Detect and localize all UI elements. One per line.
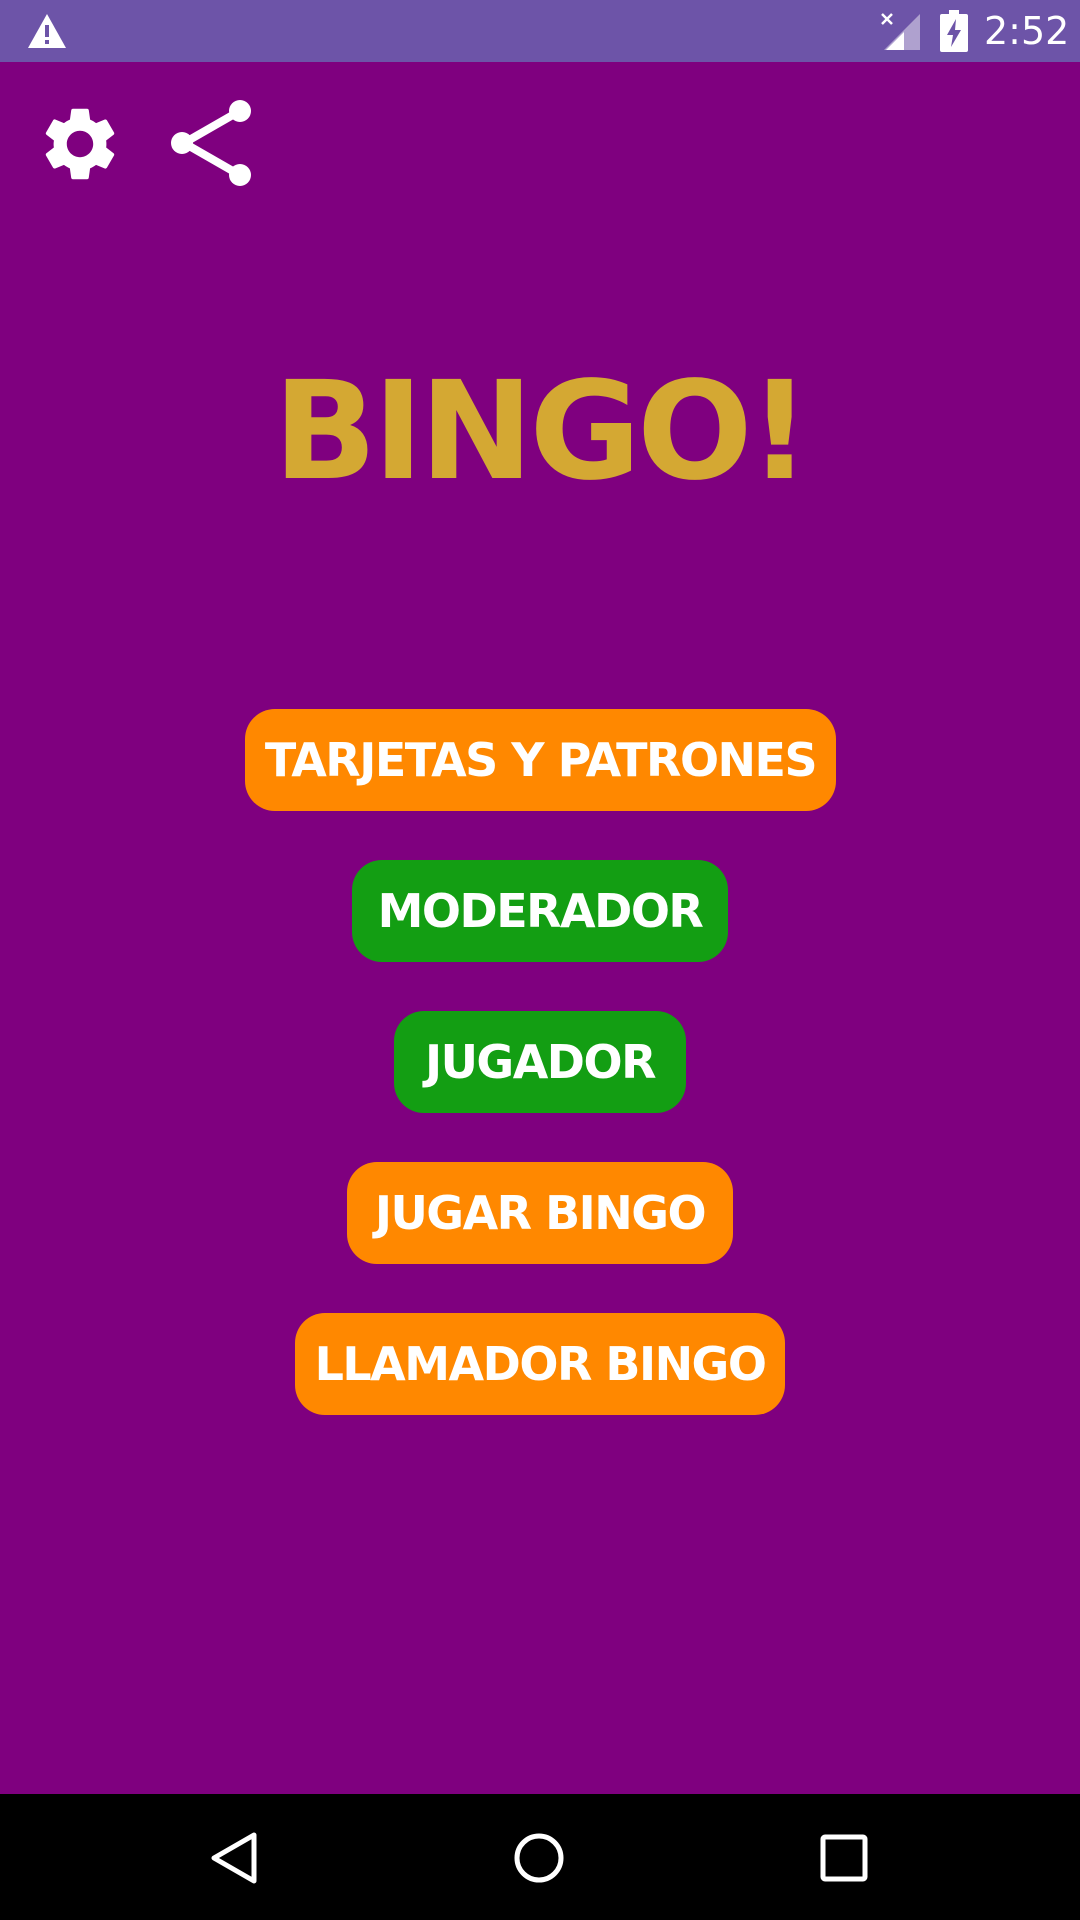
warning-icon <box>28 14 66 48</box>
status-bar: 2:52 <box>0 0 1080 62</box>
navigation-bar <box>0 1794 1080 1920</box>
share-icon[interactable] <box>168 98 256 188</box>
home-icon[interactable] <box>512 1831 566 1885</box>
app-title: BINGO! <box>273 353 810 511</box>
jugar-bingo-button[interactable]: JUGAR BINGO <box>347 1162 733 1264</box>
signal-icon <box>881 13 920 50</box>
tarjetas-y-patrones-button[interactable]: TARJETAS Y PATRONES <box>245 709 836 811</box>
back-icon[interactable] <box>208 1831 260 1885</box>
app-screen: 2:52 BINGO! TARJETAS Y PATRONES MODERADO… <box>0 0 1080 1920</box>
jugador-button[interactable]: JUGADOR <box>394 1011 686 1113</box>
battery-charging-icon <box>940 10 968 52</box>
llamador-bingo-button[interactable]: LLAMADOR BINGO <box>295 1313 785 1415</box>
status-time: 2:52 <box>984 9 1070 53</box>
gear-icon[interactable] <box>36 100 124 188</box>
recents-icon[interactable] <box>820 1834 868 1882</box>
moderador-button[interactable]: MODERADOR <box>352 860 728 962</box>
